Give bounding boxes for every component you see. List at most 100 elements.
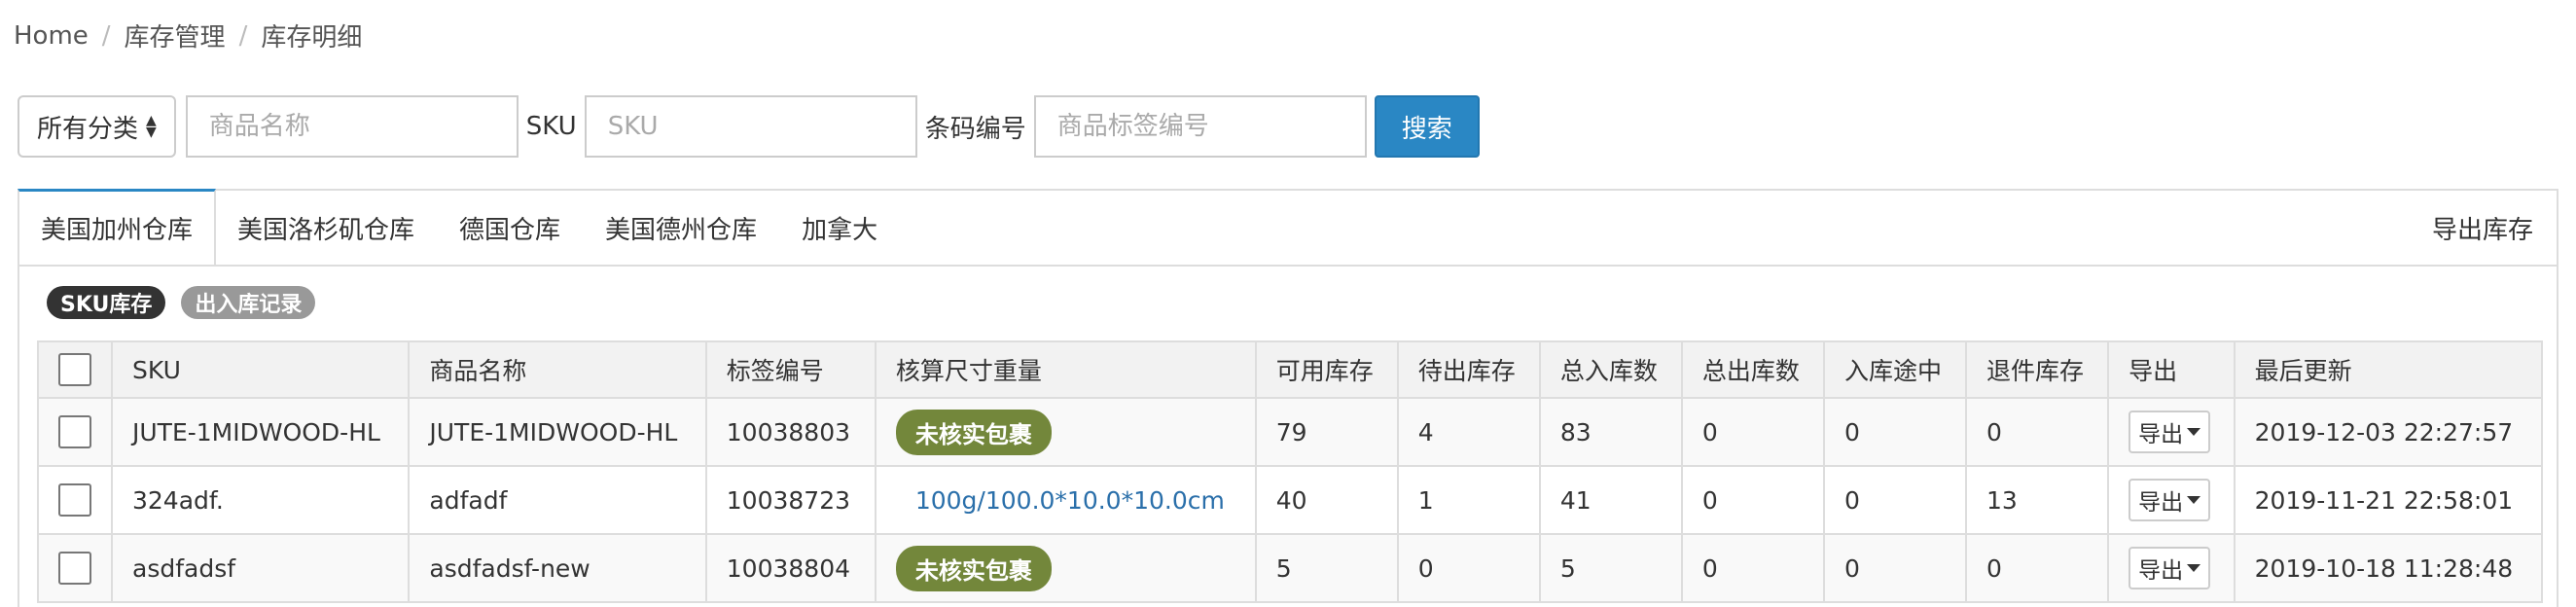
- row-export-dropdown[interactable]: 导出: [2129, 411, 2211, 453]
- tab-los-angeles-warehouse[interactable]: 美国洛杉矶仓库: [216, 191, 438, 265]
- header-total-in: 总入库数: [1538, 340, 1683, 399]
- cell-pending-out: 1: [1396, 465, 1541, 535]
- cell-in-transit: 0: [1822, 465, 1968, 535]
- breadcrumb-separator: /: [101, 20, 111, 51]
- cell-label-number: 10038803: [704, 397, 877, 467]
- inventory-table: SKU 商品名称 标签编号 核算尺寸重量 可用库存 待出库存 总入库数 总出库数…: [37, 340, 2544, 603]
- cell-export: 导出: [2107, 465, 2236, 535]
- table-row: JUTE-1MIDWOOD-HL JUTE-1MIDWOOD-HL 100388…: [37, 397, 2544, 467]
- header-returned: 退件库存: [1964, 340, 2110, 399]
- table-header-row: SKU 商品名称 标签编号 核算尺寸重量 可用库存 待出库存 总入库数 总出库数…: [37, 340, 2544, 399]
- breadcrumb-separator: /: [238, 20, 248, 51]
- row-checkbox[interactable]: [58, 415, 91, 448]
- export-label: 导出: [2138, 490, 2184, 516]
- tab-california-warehouse[interactable]: 美国加州仓库: [18, 189, 217, 265]
- cell-available: 79: [1254, 397, 1399, 467]
- cell-product-name: adfadf: [408, 465, 707, 535]
- search-bar: 所有分类 ▲▼ SKU 条码编号 搜索: [18, 95, 1480, 158]
- header-product-name: 商品名称: [408, 340, 707, 399]
- unverified-package-badge: 未核实包裹: [895, 545, 1052, 591]
- export-inventory-link[interactable]: 导出库存: [2432, 191, 2533, 265]
- cell-label-number: 10038804: [704, 533, 877, 603]
- row-select-cell: [37, 397, 113, 467]
- header-last-updated: 最后更新: [2233, 340, 2544, 399]
- header-total-out: 总出库数: [1680, 340, 1825, 399]
- dimensions-link[interactable]: 100g/100.0*10.0*10.0cm: [896, 486, 1225, 515]
- caret-down-icon: [2187, 564, 2201, 572]
- breadcrumb-inventory-detail: 库存明细: [261, 23, 363, 53]
- sku-input[interactable]: [584, 95, 917, 158]
- view-pills: SKU库存 出入库记录: [47, 286, 331, 319]
- cell-sku: 324adf.: [110, 465, 411, 535]
- pill-stock-records[interactable]: 出入库记录: [181, 286, 316, 319]
- header-dimensions-weight: 核算尺寸重量: [874, 340, 1257, 399]
- tab-germany-warehouse[interactable]: 德国仓库: [438, 191, 584, 265]
- table-row: 324adf. adfadf 10038723 100g/100.0*10.0*…: [37, 465, 2544, 535]
- cell-product-name: JUTE-1MIDWOOD-HL: [408, 397, 707, 467]
- warehouse-panel: 美国加州仓库 美国洛杉矶仓库 德国仓库 美国德州仓库 加拿大 导出库存 SKU库…: [18, 189, 2558, 607]
- cell-product-name: asdfadsf-new: [408, 533, 707, 603]
- cell-available: 40: [1254, 465, 1399, 535]
- row-checkbox[interactable]: [58, 483, 91, 517]
- row-export-dropdown[interactable]: 导出: [2129, 547, 2211, 589]
- caret-down-icon: [2187, 428, 2201, 436]
- cell-in-transit: 0: [1822, 533, 1968, 603]
- sort-arrows-icon: ▲ ▼: [146, 113, 157, 140]
- header-pending-out: 待出库存: [1396, 340, 1541, 399]
- row-export-dropdown[interactable]: 导出: [2129, 479, 2211, 521]
- tab-texas-warehouse[interactable]: 美国德州仓库: [584, 191, 780, 265]
- export-label: 导出: [2138, 558, 2184, 584]
- header-select-all-cell: [37, 340, 113, 399]
- header-label-number: 标签编号: [704, 340, 877, 399]
- warehouse-tabs: 美国加州仓库 美国洛杉矶仓库 德国仓库 美国德州仓库 加拿大 导出库存: [18, 189, 2557, 267]
- header-export: 导出: [2107, 340, 2236, 399]
- cell-total-in: 41: [1538, 465, 1683, 535]
- cell-returned: 13: [1964, 465, 2110, 535]
- cell-last-updated: 2019-12-03 22:27:57: [2233, 397, 2544, 467]
- row-checkbox[interactable]: [58, 552, 91, 585]
- row-select-cell: [37, 533, 113, 603]
- cell-total-out: 0: [1680, 465, 1825, 535]
- cell-dimensions: 未核实包裹: [874, 397, 1257, 467]
- cell-returned: 0: [1964, 533, 2110, 603]
- cell-dimensions: 100g/100.0*10.0*10.0cm: [874, 465, 1257, 535]
- breadcrumb-home[interactable]: Home: [14, 21, 89, 51]
- search-button[interactable]: 搜索: [1374, 95, 1480, 158]
- cell-pending-out: 4: [1396, 397, 1541, 467]
- tab-canada-warehouse[interactable]: 加拿大: [780, 191, 901, 265]
- product-name-input[interactable]: [185, 95, 519, 158]
- export-label: 导出: [2138, 422, 2184, 447]
- cell-last-updated: 2019-10-18 11:28:48: [2233, 533, 2544, 603]
- header-sku: SKU: [110, 340, 411, 399]
- header-available: 可用库存: [1254, 340, 1399, 399]
- cell-pending-out: 0: [1396, 533, 1541, 603]
- cell-last-updated: 2019-11-21 22:58:01: [2233, 465, 2544, 535]
- cell-dimensions: 未核实包裹: [874, 533, 1257, 603]
- cell-total-out: 0: [1680, 397, 1825, 467]
- cell-label-number: 10038723: [704, 465, 877, 535]
- table-row: asdfadsf asdfadsf-new 10038804 未核实包裹 5 0…: [37, 533, 2544, 603]
- cell-export: 导出: [2107, 533, 2236, 603]
- breadcrumb: Home / 库存管理 / 库存明细: [14, 18, 362, 54]
- barcode-input[interactable]: [1033, 95, 1367, 158]
- cell-available: 5: [1254, 533, 1399, 603]
- cell-sku: JUTE-1MIDWOOD-HL: [110, 397, 411, 467]
- row-select-cell: [37, 465, 113, 535]
- cell-export: 导出: [2107, 397, 2236, 467]
- cell-total-in: 83: [1538, 397, 1683, 467]
- cell-total-out: 0: [1680, 533, 1825, 603]
- unverified-package-badge: 未核实包裹: [895, 409, 1052, 455]
- select-all-checkbox[interactable]: [58, 353, 91, 386]
- cell-in-transit: 0: [1822, 397, 1968, 467]
- cell-sku: asdfadsf: [110, 533, 411, 603]
- caret-down-icon: [2187, 496, 2201, 504]
- breadcrumb-inventory-management[interactable]: 库存管理: [125, 18, 226, 54]
- cell-total-in: 5: [1538, 533, 1683, 603]
- header-in-transit: 入库途中: [1822, 340, 1968, 399]
- sku-label: SKU: [525, 112, 577, 141]
- category-select[interactable]: 所有分类 ▲ ▼: [18, 95, 176, 158]
- category-select-value: 所有分类: [37, 114, 139, 144]
- cell-returned: 0: [1964, 397, 2110, 467]
- barcode-label: 条码编号: [924, 114, 1026, 144]
- pill-sku-inventory[interactable]: SKU库存: [47, 286, 166, 319]
